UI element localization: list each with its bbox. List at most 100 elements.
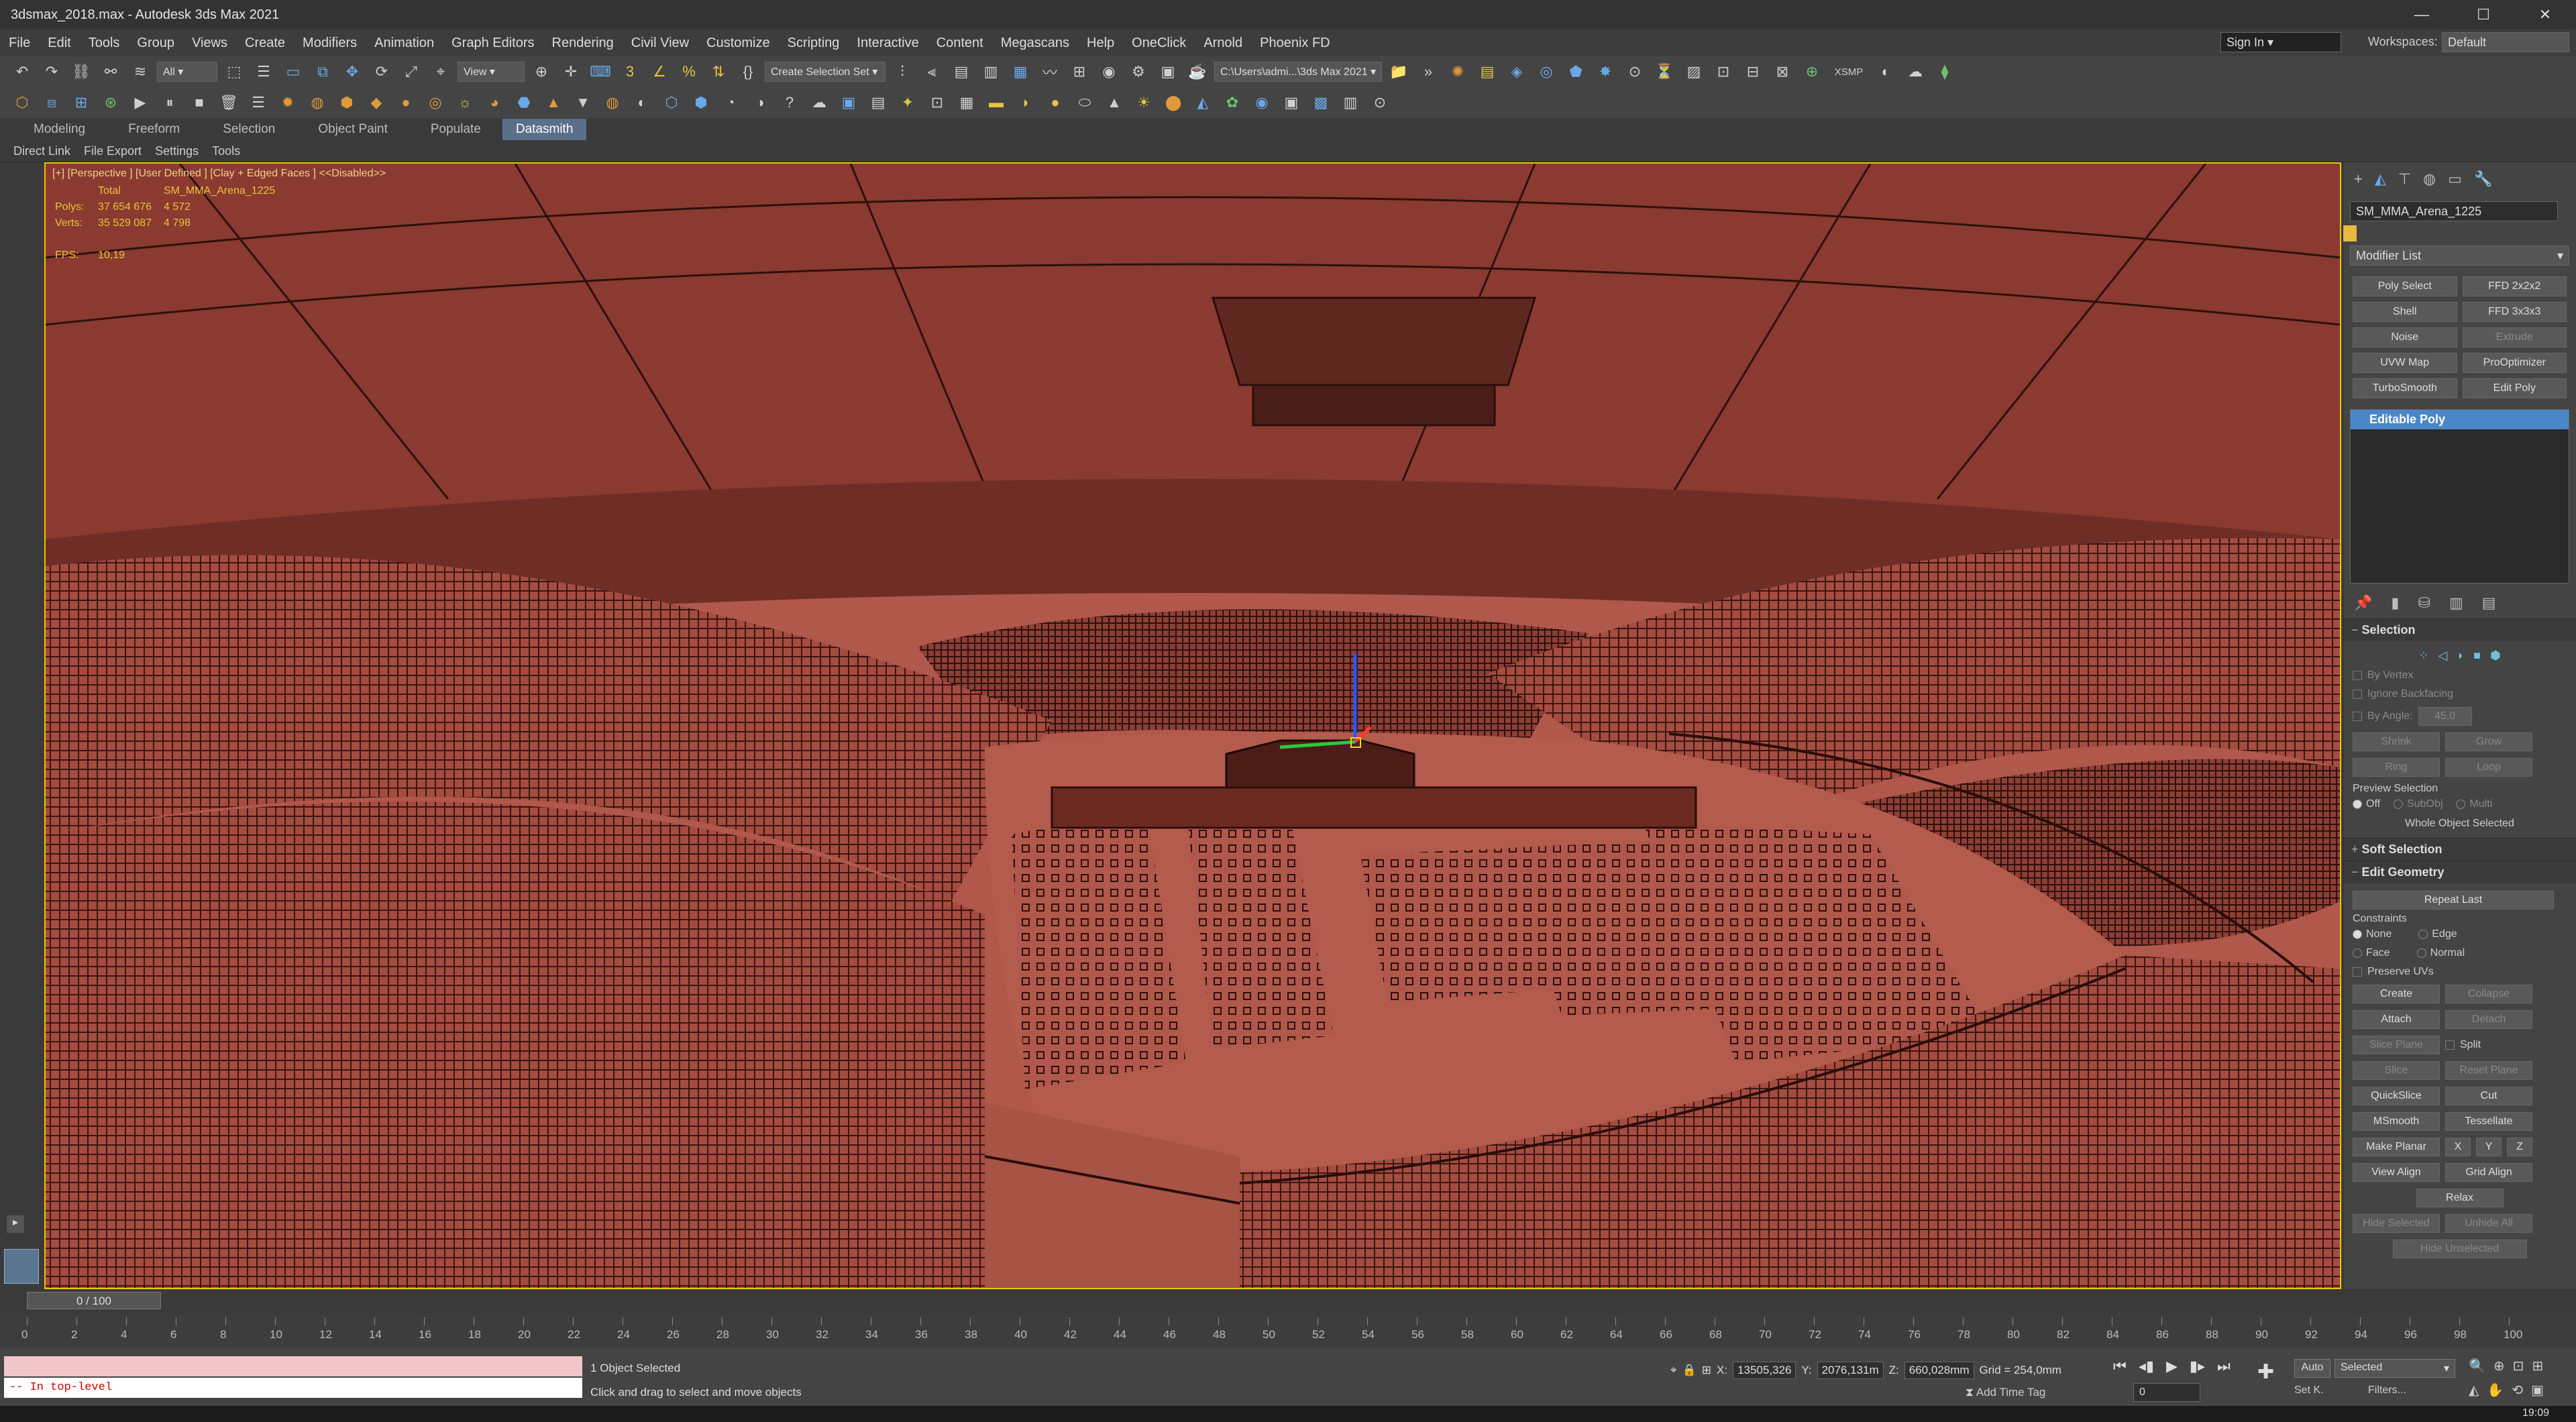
key-filters-button[interactable]: Filters... xyxy=(2368,1384,2406,1397)
plugin-tool-9-icon[interactable]: ⊟ xyxy=(1740,59,1766,85)
goto-start-icon[interactable]: ⏮ xyxy=(2113,1358,2127,1375)
scene-explorer-icon[interactable]: ▤ xyxy=(949,59,974,85)
tool-32-icon[interactable]: ✿ xyxy=(1220,90,1245,115)
undo-icon[interactable]: ↶ xyxy=(9,59,35,85)
select-move-icon[interactable]: ✥ xyxy=(339,59,365,85)
plugin-tool-13-icon[interactable]: ☁ xyxy=(1902,59,1928,85)
plugin-tool-11-icon[interactable]: ⊕ xyxy=(1799,59,1825,85)
tool-30-icon[interactable]: ⬤ xyxy=(1161,90,1186,115)
maximize-viewport-icon[interactable]: ▣ xyxy=(2531,1382,2544,1399)
select-object-icon[interactable]: ⬚ xyxy=(221,59,247,85)
plugin-tool-8-icon[interactable]: ⊡ xyxy=(1711,59,1736,85)
plugin-tool-10-icon[interactable]: ⊠ xyxy=(1770,59,1795,85)
vray-tool-9-icon[interactable]: ⬣ xyxy=(511,90,537,115)
plugin-tool-6-icon[interactable]: ⏳ xyxy=(1652,59,1677,85)
object-color-swatch[interactable] xyxy=(2343,225,2357,241)
configure-modifier-sets-icon[interactable]: ▤ xyxy=(2482,594,2496,612)
bind-spacewarp-icon[interactable]: ≋ xyxy=(127,59,153,85)
constraint-normal-radio[interactable]: Normal xyxy=(2416,947,2465,959)
zoom-extents-all-icon[interactable]: ⊞ xyxy=(2532,1358,2543,1374)
project-folder-icon[interactable]: 📁 xyxy=(1386,59,1411,85)
workspace-dropdown[interactable]: Default xyxy=(2442,32,2569,52)
menu-edit[interactable]: Edit xyxy=(39,36,79,51)
render-teapot-icon[interactable]: ☕ xyxy=(1185,59,1210,85)
by-vertex-checkbox[interactable]: By Vertex xyxy=(2353,666,2567,685)
preview-multi-radio[interactable]: Multi xyxy=(2456,798,2492,810)
zoom-icon[interactable]: 🔍 xyxy=(2469,1358,2485,1374)
preview-subobj-radio[interactable]: SubObj xyxy=(2394,798,2443,810)
planar-x-button[interactable]: X xyxy=(2445,1138,2471,1156)
tool-23-icon[interactable]: ▦ xyxy=(954,90,979,115)
select-rotate-icon[interactable]: ⟳ xyxy=(369,59,394,85)
plugin-tool-12-icon[interactable]: ◐ xyxy=(1873,59,1898,85)
layer-explorer-icon[interactable]: ▥ xyxy=(978,59,1004,85)
tool-35-icon[interactable]: ▩ xyxy=(1308,90,1334,115)
key-mode-icon[interactable]: ✚ xyxy=(2257,1360,2274,1384)
rendered-frame-icon[interactable]: ▣ xyxy=(1155,59,1181,85)
viewport-layout-icon[interactable] xyxy=(4,1249,39,1284)
datasmith-direct-link[interactable]: Direct Link xyxy=(13,144,84,158)
tool-20-icon[interactable]: ▤ xyxy=(865,90,891,115)
brazil-tool-icon[interactable]: ⊛ xyxy=(98,90,123,115)
ribbon-toggle-icon[interactable]: ▦ xyxy=(1008,59,1033,85)
edge-mode-icon[interactable]: ◁ xyxy=(2438,649,2447,663)
vray-tool-11-icon[interactable]: ▼ xyxy=(570,90,596,115)
zoom-all-icon[interactable]: ⊕ xyxy=(2493,1358,2505,1374)
modifier-poly-select-button[interactable]: Poly Select xyxy=(2353,276,2457,296)
window-crossing-icon[interactable]: ⧉ xyxy=(310,59,335,85)
menu-tools[interactable]: Tools xyxy=(80,36,129,51)
snaps-toggle-icon[interactable]: 3 xyxy=(617,59,643,85)
object-name-field[interactable]: SM_MMA_Arena_1225 xyxy=(2350,201,2558,221)
help-icon[interactable]: ? xyxy=(777,90,802,115)
menu-modifiers[interactable]: Modifiers xyxy=(294,36,366,51)
polygon-mode-icon[interactable]: ■ xyxy=(2473,649,2481,663)
menu-interactive[interactable]: Interactive xyxy=(848,36,927,51)
vray-tool-13-icon[interactable]: ◐ xyxy=(629,90,655,115)
align-icon[interactable]: ⫷ xyxy=(919,59,945,85)
plugin-tool-3-icon[interactable]: ⬟ xyxy=(1563,59,1589,85)
key-filter-dropdown[interactable]: Selected ▾ xyxy=(2334,1359,2455,1378)
detach-button[interactable]: Detach xyxy=(2445,1010,2532,1029)
ref-coord-dropdown[interactable]: View ▾ xyxy=(458,62,525,82)
goto-end-icon[interactable]: ⏭ xyxy=(2217,1358,2231,1375)
y-coordinate-field[interactable]: 2076,131m xyxy=(1817,1362,1884,1379)
isolate-icon[interactable]: ⌖ xyxy=(1670,1364,1677,1377)
current-frame-field[interactable]: 0 xyxy=(2133,1383,2200,1402)
split-checkbox[interactable]: Split xyxy=(2445,1039,2481,1051)
slice-button[interactable]: Slice xyxy=(2353,1061,2440,1080)
ribbon-tab-freeform[interactable]: Freeform xyxy=(107,122,201,137)
modifier-turbosmooth-button[interactable]: TurboSmooth xyxy=(2353,378,2457,398)
render-setup-icon[interactable]: ⚙ xyxy=(1126,59,1151,85)
modify-tab-icon[interactable]: ◭ xyxy=(2375,170,2386,189)
play-animation-icon[interactable]: ▶ xyxy=(127,90,153,115)
absolute-mode-icon[interactable]: ⊞ xyxy=(1702,1364,1711,1377)
pan-icon[interactable]: ✋ xyxy=(2487,1382,2504,1399)
by-angle-spinner[interactable]: 45,0 xyxy=(2418,707,2472,726)
menu-graph-editors[interactable]: Graph Editors xyxy=(443,36,543,51)
perspective-viewport[interactable]: [+] [Perspective ] [User Defined ] [Clay… xyxy=(44,162,2341,1289)
menu-help[interactable]: Help xyxy=(1078,36,1123,51)
repeat-last-button[interactable]: Repeat Last xyxy=(2353,891,2554,910)
ring-button[interactable]: Ring xyxy=(2353,758,2440,777)
quickslice-button[interactable]: QuickSlice xyxy=(2353,1087,2440,1105)
grid-align-button[interactable]: Grid Align xyxy=(2445,1163,2532,1182)
plugin-tool-5-icon[interactable]: ⊙ xyxy=(1622,59,1648,85)
light-lister-icon[interactable]: ✺ xyxy=(1445,59,1470,85)
hierarchy-tab-icon[interactable]: ⊤ xyxy=(2398,170,2411,189)
orbit-icon[interactable]: ⟲ xyxy=(2512,1382,2523,1399)
display-tab-icon[interactable]: ▭ xyxy=(2448,170,2462,189)
relax-button[interactable]: Relax xyxy=(2416,1189,2504,1207)
plugin-tool-1-icon[interactable]: ◈ xyxy=(1504,59,1529,85)
redo-icon[interactable]: ↷ xyxy=(39,59,64,85)
show-end-result-icon[interactable]: ▮ xyxy=(2391,594,2399,612)
tool-28-icon[interactable]: ▲ xyxy=(1102,90,1127,115)
planar-y-button[interactable]: Y xyxy=(2476,1138,2502,1156)
menu-oneclick[interactable]: OneClick xyxy=(1123,36,1195,51)
prev-frame-icon[interactable]: ◂▮ xyxy=(2139,1358,2154,1375)
loop-button[interactable]: Loop xyxy=(2445,758,2532,777)
modifier-list-dropdown[interactable]: Modifier List ▾ xyxy=(2350,245,2569,266)
tool-25-icon[interactable]: ◗ xyxy=(1013,90,1038,115)
preserve-uvs-checkbox[interactable]: Preserve UVs xyxy=(2353,963,2567,981)
plugin-tool-4-icon[interactable]: ✸ xyxy=(1593,59,1618,85)
tool-31-icon[interactable]: ◭ xyxy=(1190,90,1216,115)
